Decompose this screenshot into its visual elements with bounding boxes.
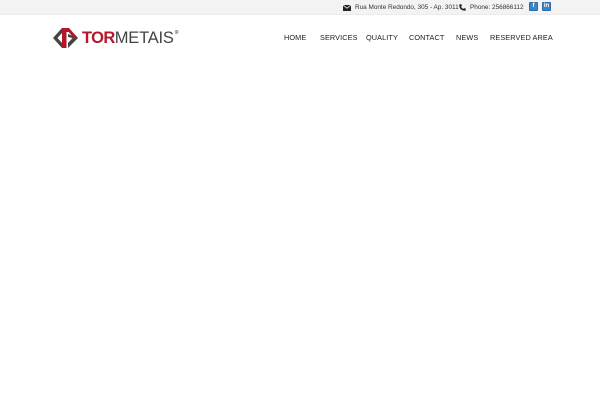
social-link-2[interactable]: in	[542, 2, 551, 11]
phone-info: Phone: 256866112	[459, 2, 524, 13]
address-text: Rua Monte Redondo, 305 - Ap. 3011	[355, 4, 459, 11]
social-icon: in	[543, 3, 550, 9]
nav-item-news[interactable]: NEWS	[456, 33, 478, 42]
social-link-1[interactable]: f	[529, 2, 538, 11]
social-icon: f	[532, 3, 535, 9]
main-nav: HOME SERVICES QUALITY CONTACT NEWS RESER…	[0, 33, 600, 43]
phone-icon	[459, 4, 466, 11]
nav-item-contact[interactable]: CONTACT	[409, 33, 444, 42]
envelope-icon	[343, 4, 351, 11]
nav-item-quality[interactable]: QUALITY	[366, 33, 398, 42]
phone-text: Phone: 256866112	[470, 4, 524, 11]
address-info: Rua Monte Redondo, 305 - Ap. 3011	[343, 2, 459, 13]
nav-item-reserved-area[interactable]: RESERVED AREA	[490, 33, 553, 42]
nav-item-home[interactable]: HOME	[284, 33, 306, 42]
nav-item-services[interactable]: SERVICES	[320, 33, 358, 42]
top-bar: Rua Monte Redondo, 305 - Ap. 3011 Phone:…	[0, 0, 600, 15]
